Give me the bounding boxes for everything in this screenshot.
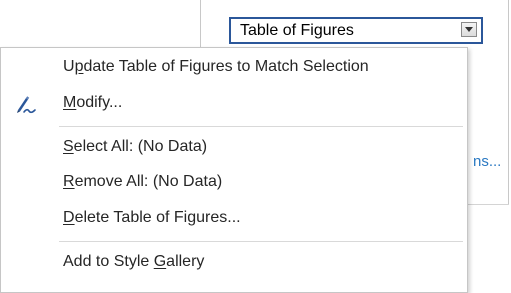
menu-separator (59, 241, 463, 242)
type-label-fragment (230, 0, 300, 2)
menu-item-modify[interactable]: Modify... (1, 87, 467, 121)
menu-item-delete[interactable]: Delete Table of Figures... (1, 202, 467, 236)
screen: Table of Figures ns... Update Table of F… (0, 0, 511, 293)
type-select-value: Table of Figures (240, 22, 354, 39)
menu-item-add-to-gallery-label: Add to Style Gallery (63, 253, 205, 270)
menu-item-add-to-gallery[interactable]: Add to Style Gallery (1, 246, 467, 280)
menu-item-select-all-label: Select All: (No Data) (63, 138, 208, 155)
type-select[interactable]: Table of Figures (229, 17, 483, 44)
options-link-fragment[interactable]: ns... (473, 153, 501, 170)
chevron-down-icon[interactable] (461, 22, 477, 37)
menu-item-delete-label: Delete Table of Figures... (63, 209, 241, 226)
pen-modify-icon (15, 95, 39, 115)
menu-item-modify-label: Modify... (63, 94, 123, 111)
menu-item-update[interactable]: Update Table of Figures to Match Selecti… (1, 51, 467, 85)
menu-item-select-all[interactable]: Select All: (No Data) (1, 131, 467, 165)
style-context-menu: Update Table of Figures to Match Selecti… (0, 47, 468, 293)
menu-item-remove-all-label: Remove All: (No Data) (63, 173, 223, 190)
menu-item-remove-all[interactable]: Remove All: (No Data) (1, 166, 467, 200)
menu-item-update-label: Update Table of Figures to Match Selecti… (63, 58, 369, 75)
menu-separator (59, 126, 463, 127)
dialog-panel-edge (508, 0, 509, 205)
dialog-divider (200, 0, 201, 50)
